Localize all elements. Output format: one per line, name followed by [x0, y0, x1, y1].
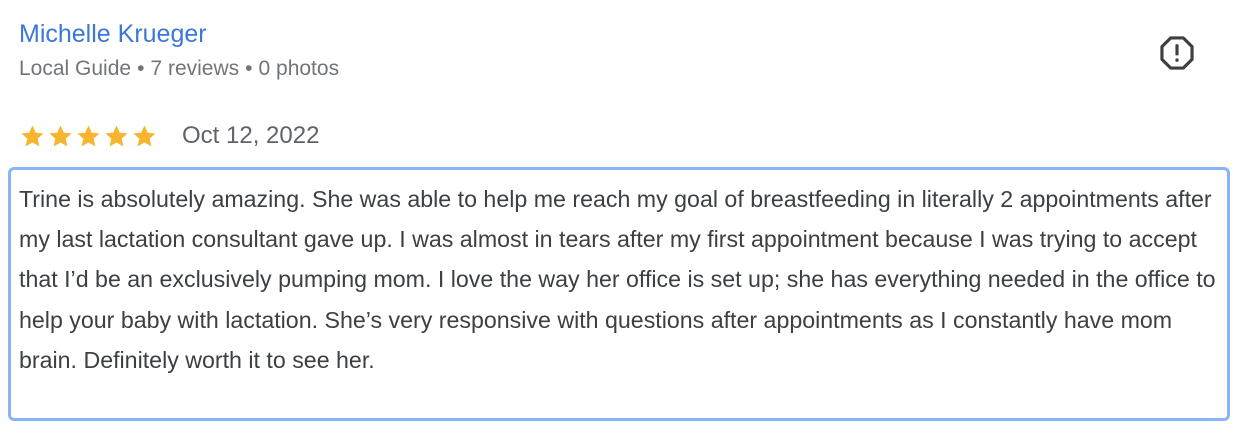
star-icon: [49, 124, 72, 146]
review-text-box[interactable]: Trine is absolutely amazing. She was abl…: [8, 167, 1230, 421]
report-flag-icon: [1160, 36, 1194, 70]
report-review-button[interactable]: [1154, 30, 1200, 76]
reviewer-name-link[interactable]: Michelle Krueger: [19, 17, 207, 51]
review-date: Oct 12, 2022: [182, 122, 320, 149]
meta-separator: •: [245, 57, 253, 80]
review-text: Trine is absolutely amazing. She was abl…: [19, 186, 1216, 373]
reviewer-meta: Local Guide • 7 reviews • 0 photos: [19, 54, 339, 84]
star-icon: [133, 124, 156, 146]
photo-count: 0 photos: [258, 57, 340, 80]
review-count: 7 reviews: [150, 57, 240, 80]
star-icon: [105, 124, 128, 146]
star-icon: [21, 124, 44, 146]
star-icon: [77, 124, 100, 146]
local-guide-badge: Local Guide: [19, 57, 132, 80]
star-rating: [19, 123, 158, 150]
meta-separator: •: [137, 57, 145, 80]
rating-row: Oct 12, 2022: [19, 118, 319, 154]
